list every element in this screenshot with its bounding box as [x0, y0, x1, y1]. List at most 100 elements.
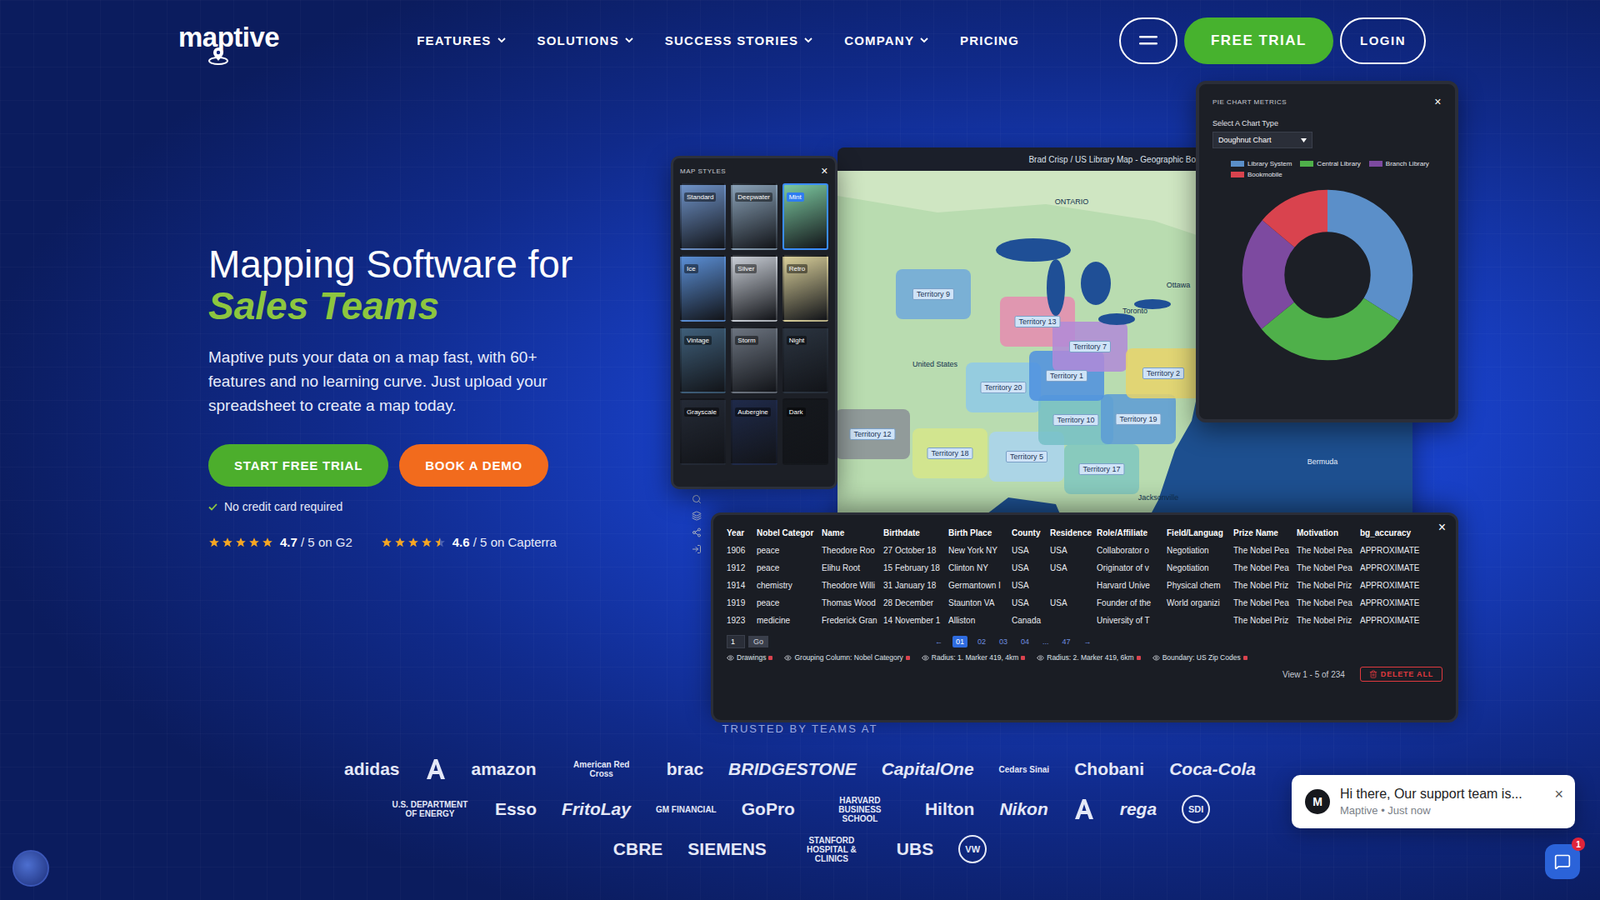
chat-close-button[interactable]: ×: [1554, 786, 1564, 802]
territory-label[interactable]: Territory 17: [1078, 463, 1125, 475]
territory-label[interactable]: Territory 18: [926, 447, 973, 460]
chart-type-select[interactable]: Doughnut Chart: [1212, 131, 1313, 149]
column-header[interactable]: Birthdate: [883, 528, 949, 538]
chat-launcher[interactable]: 1: [1545, 844, 1580, 880]
chart-segment[interactable]: [1263, 210, 1392, 340]
table-row[interactable]: 1914chemistryTheodore Willi31 January 18…: [726, 579, 1443, 592]
territory-region[interactable]: [895, 269, 971, 320]
nav-item[interactable]: SOLUTIONS: [537, 33, 634, 48]
legend-item[interactable]: Bookmobile: [1230, 170, 1283, 179]
nav-actions: FREE TRIALLOGIN: [1119, 17, 1426, 65]
page-number[interactable]: 47: [1059, 635, 1075, 648]
territory-label[interactable]: Territory 7: [1069, 340, 1111, 353]
filter-chip[interactable]: Radius: 2. Marker 419, 6km: [1036, 653, 1140, 662]
column-header[interactable]: Role/Affiliate: [1096, 528, 1167, 538]
territory-region[interactable]: [837, 409, 910, 460]
territory-label[interactable]: Territory 2: [1142, 367, 1185, 380]
search-icon[interactable]: [691, 494, 702, 505]
style-thumbnail[interactable]: Standard: [680, 183, 726, 250]
filter-chip[interactable]: Drawings: [726, 653, 773, 662]
layers-icon[interactable]: [691, 510, 702, 521]
accessibility-widget[interactable]: [12, 850, 50, 887]
column-header[interactable]: Year: [726, 528, 757, 538]
book-demo-button[interactable]: BOOK A DEMO: [399, 444, 549, 487]
logo[interactable]: maptive: [178, 21, 280, 60]
close-button[interactable]: ×: [1438, 520, 1446, 535]
nav-item[interactable]: FEATURES: [416, 33, 505, 48]
column-header[interactable]: Birth Place: [948, 528, 1012, 538]
territory-label[interactable]: Territory 12: [849, 428, 895, 440]
prev-page[interactable]: ←: [931, 635, 946, 648]
filter-chip[interactable]: Grouping Column: Nobel Category: [784, 653, 910, 662]
chart-segment[interactable]: [1263, 210, 1392, 340]
column-header[interactable]: Motivation: [1296, 528, 1360, 538]
territory-label[interactable]: Territory 5: [1005, 450, 1048, 463]
table-cell: World organizi: [1166, 598, 1234, 608]
style-thumbnail[interactable]: Grayscale: [680, 398, 726, 465]
territory-region[interactable]: [1125, 348, 1201, 399]
nav-item[interactable]: SUCCESS STORIES: [665, 33, 813, 48]
go-button[interactable]: Go: [748, 635, 769, 648]
chat-message: Hi there, Our support team is...: [1340, 786, 1523, 802]
menu-button[interactable]: [1119, 17, 1178, 65]
table-row[interactable]: 1906peaceTheodore Roo27 October 18New Yo…: [726, 544, 1443, 557]
style-thumbnail[interactable]: Storm: [730, 326, 777, 394]
chart-segment[interactable]: [1263, 210, 1392, 340]
legend-item[interactable]: Library System: [1230, 160, 1292, 168]
style-thumbnail[interactable]: Ice: [680, 255, 726, 322]
territory-region[interactable]: [1052, 321, 1128, 372]
style-thumbnail[interactable]: Dark: [782, 398, 829, 465]
style-thumbnail[interactable]: Night: [782, 326, 829, 394]
page-number[interactable]: 04: [1017, 635, 1033, 648]
table-row[interactable]: 1923medicineFrederick Gran14 November 1A…: [726, 614, 1443, 627]
style-thumbnail[interactable]: Silver: [730, 255, 777, 322]
share-icon[interactable]: [691, 527, 702, 538]
territory-label[interactable]: Territory 9: [912, 288, 955, 300]
close-button[interactable]: ×: [1434, 95, 1442, 108]
table-row[interactable]: 1919peaceThomas Wood28 DecemberStaunton …: [726, 596, 1443, 610]
column-header[interactable]: bg_accuracy: [1360, 528, 1427, 538]
style-thumbnail[interactable]: Deepwater: [730, 183, 777, 250]
start-trial-button[interactable]: START FREE TRIAL: [208, 444, 389, 487]
enter-icon[interactable]: [691, 544, 702, 555]
nav-item[interactable]: PRICING: [960, 33, 1020, 48]
territory-region[interactable]: [912, 428, 988, 479]
close-button[interactable]: ×: [820, 165, 829, 177]
territory-label[interactable]: Territory 19: [1115, 413, 1161, 425]
column-header[interactable]: Residence: [1050, 528, 1097, 538]
territory-label[interactable]: Territory 20: [980, 381, 1026, 394]
free-trial-button[interactable]: FREE TRIAL: [1184, 17, 1334, 65]
table-cell: peace: [756, 598, 822, 608]
next-page[interactable]: →: [1080, 635, 1095, 648]
page-number[interactable]: 02: [974, 635, 990, 648]
rows-input[interactable]: 1: [726, 635, 745, 649]
filter-chip[interactable]: Radius: 1. Marker 419, 4km: [921, 653, 1025, 662]
territory-region[interactable]: [1064, 444, 1140, 495]
column-header[interactable]: Prize Name: [1233, 528, 1297, 538]
nav-item[interactable]: COMPANY: [844, 33, 929, 48]
brand-logo: adidas: [344, 759, 400, 779]
style-thumbnail[interactable]: Retro: [782, 255, 829, 322]
legend-item[interactable]: Branch Library: [1369, 160, 1430, 168]
page-number[interactable]: 03: [995, 635, 1011, 648]
territory-region[interactable]: [1100, 394, 1176, 445]
territory-label[interactable]: Territory 1: [1045, 370, 1088, 382]
column-header[interactable]: Field/Languag: [1166, 528, 1234, 538]
legend-item[interactable]: Central Library: [1300, 160, 1360, 168]
style-thumbnail[interactable]: Vintage: [680, 326, 726, 394]
chat-popup[interactable]: MHi there, Our support team is...Maptive…: [1291, 775, 1575, 829]
column-header[interactable]: County: [1011, 528, 1050, 538]
filter-chip[interactable]: Boundary: US Zip Codes: [1152, 653, 1248, 662]
page-number[interactable]: 01: [952, 635, 968, 648]
table-row[interactable]: 1912peaceElihu Root15 February 18Clinton…: [726, 561, 1443, 575]
territory-label[interactable]: Territory 10: [1052, 414, 1099, 426]
territory-label[interactable]: Territory 13: [1014, 315, 1060, 328]
style-thumbnail[interactable]: Mint: [782, 183, 829, 250]
style-thumbnail[interactable]: Aubergine: [730, 398, 777, 465]
column-header[interactable]: Nobel Categor: [756, 528, 822, 538]
chart-segment[interactable]: [1263, 210, 1392, 340]
column-header[interactable]: Name: [821, 528, 884, 538]
delete-all-button[interactable]: DELETE ALL: [1360, 666, 1443, 682]
login-button[interactable]: LOGIN: [1340, 17, 1426, 65]
page-number[interactable]: ...: [1039, 635, 1053, 648]
